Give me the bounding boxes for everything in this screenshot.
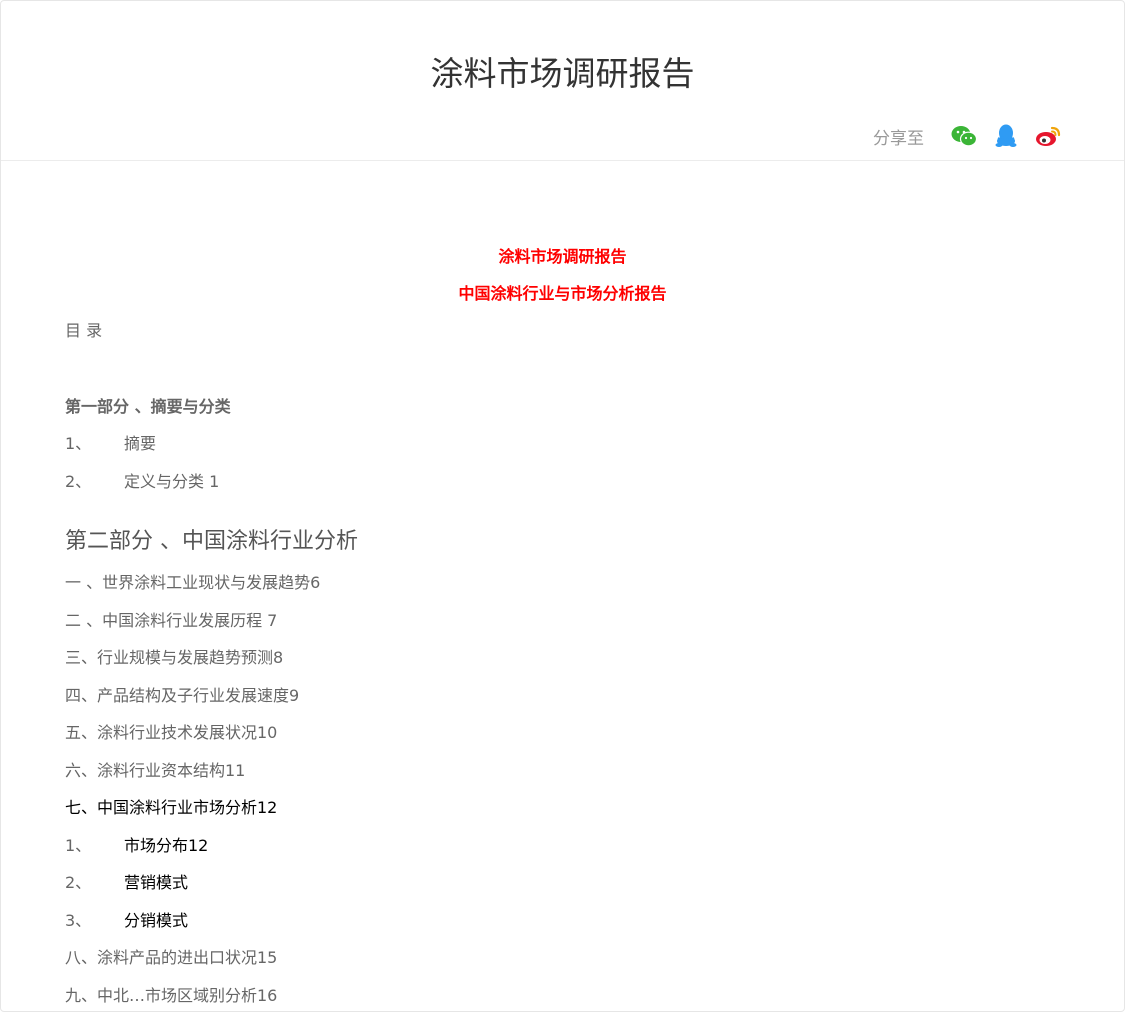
list-item: 1、摘要 [65,425,1064,463]
item-text: 市场分布12 [124,836,208,855]
list-item: 3、分销模式 [65,902,1064,940]
item-number: 2、 [65,864,124,902]
article-card: 涂料市场调研报告 分享至 [0,0,1125,1012]
item-number: 3、 [65,902,124,940]
item-text: 分销模式 [124,911,188,930]
list-item: 一 、世界涂料工业现状与发展趋势6 [65,564,1064,602]
list-item: 八、涂料产品的进出口状况15 [65,939,1064,977]
item-number: 1、 [65,827,124,865]
item-number: 2、 [65,463,124,501]
item-text: 营销模式 [124,873,188,892]
list-item: 四、产品结构及子行业发展速度9 [65,677,1064,715]
list-item: 2、营销模式 [65,864,1064,902]
wechat-icon[interactable] [950,122,978,150]
weibo-icon[interactable] [1034,122,1062,150]
list-item: 2、定义与分类 1 [65,463,1064,501]
article-header: 涂料市场调研报告 分享至 [1,1,1124,161]
toc-heading: 目 录 [65,312,1064,350]
item-number: 1、 [65,425,124,463]
list-item: 1、市场分布12 [65,827,1064,865]
item-text: 定义与分类 1 [124,472,219,491]
share-bar: 分享至 [873,121,1062,151]
spacer [65,350,1064,388]
article-body: 涂料市场调研报告 中国涂料行业与市场分析报告 目 录 第一部分 、摘要与分类 1… [65,238,1064,1012]
share-label: 分享至 [873,124,924,149]
list-item: 二 、中国涂料行业发展历程 7 [65,602,1064,640]
qq-icon[interactable] [992,122,1020,150]
list-item: 六、涂料行业资本结构11 [65,752,1064,790]
item-text: 摘要 [124,434,156,453]
list-item: 三、行业规模与发展趋势预测8 [65,639,1064,677]
part1-heading: 第一部分 、摘要与分类 [65,388,1064,426]
doc-title: 涂料市场调研报告 [1,238,1124,275]
page-title: 涂料市场调研报告 [1,51,1124,97]
list-item: 九、中北…市场区域别分析16 [65,977,1064,1012]
spacer [65,500,1064,520]
list-item: 七、中国涂料行业市场分析12 [65,789,1064,827]
doc-subtitle: 中国涂料行业与市场分析报告 [1,275,1124,312]
list-item: 五、涂料行业技术发展状况10 [65,714,1064,752]
part2-heading: 第二部分 、中国涂料行业分析 [65,520,1064,564]
